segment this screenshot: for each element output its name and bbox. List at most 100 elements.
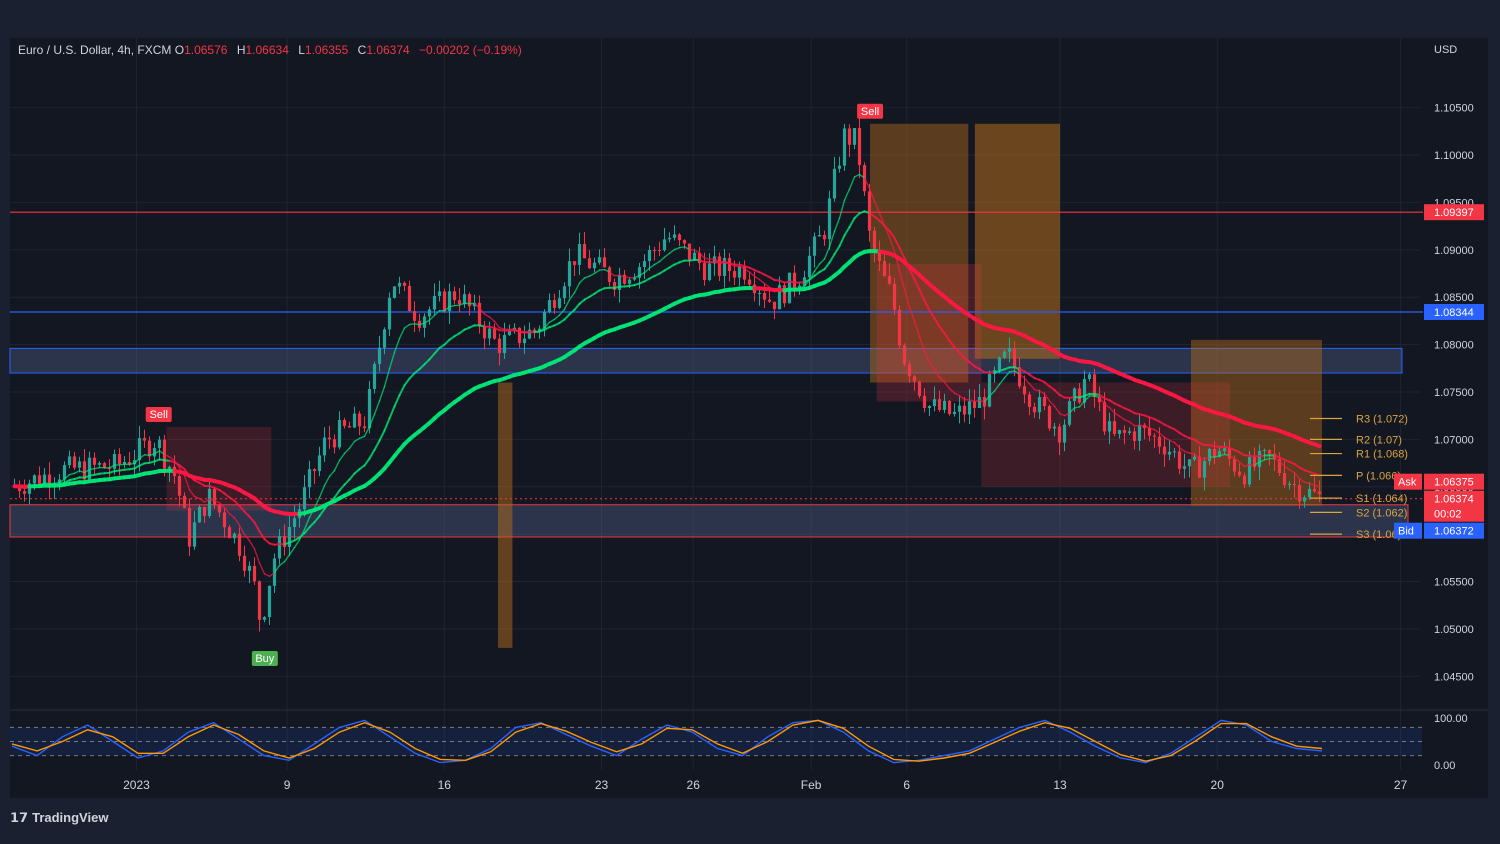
- candle-body: [147, 440, 152, 457]
- price-tick-label: 1.09000: [1434, 245, 1474, 257]
- pivot-label: R1 (1.068): [1356, 449, 1408, 461]
- candle-body: [437, 291, 442, 297]
- candle-body: [932, 399, 937, 407]
- low-label: L: [298, 43, 305, 57]
- candle-body: [387, 297, 392, 330]
- candle-body: [402, 282, 407, 286]
- candle-body: [452, 291, 457, 301]
- candle-body: [282, 536, 287, 548]
- candle-body: [37, 475, 42, 485]
- price-tag-value: 1.06374: [1434, 494, 1474, 506]
- candle-body: [547, 300, 552, 313]
- candle-body: [332, 439, 337, 448]
- candle-body: [347, 425, 352, 428]
- pivot-label: S1 (1.064): [1356, 493, 1407, 505]
- ema-segment: [128, 462, 136, 466]
- ema-segment: [688, 248, 696, 251]
- candle-body: [817, 234, 822, 237]
- candle-body: [602, 257, 607, 268]
- tradingview-logo-icon: 𝟭𝟳: [10, 810, 29, 825]
- candle-body: [1202, 461, 1207, 478]
- tradingview-branding[interactable]: 𝟭𝟳 TradingView: [10, 810, 108, 826]
- candle-body: [557, 298, 562, 308]
- candle-body: [467, 294, 472, 307]
- candle-body: [852, 127, 857, 145]
- candle-body: [847, 128, 852, 145]
- candle-body: [762, 293, 767, 300]
- candle-body: [317, 455, 322, 472]
- signal-label: Buy: [255, 653, 274, 665]
- time-tick-label: 6: [903, 778, 910, 792]
- candle-body: [142, 438, 147, 441]
- candle-body: [1222, 448, 1227, 452]
- candle-body: [747, 279, 752, 285]
- candle-body: [667, 237, 672, 240]
- symbol-header[interactable]: Euro / U.S. Dollar, 4h, FXCM O1.06576 H1…: [18, 43, 528, 57]
- price-chart[interactable]: R3 (1.072)R2 (1.07)R1 (1.068)P (1.066)S1…: [0, 0, 1500, 844]
- ema-segment: [1008, 370, 1016, 373]
- candle-body: [892, 283, 897, 310]
- signal-label: Sell: [150, 409, 168, 421]
- ema-segment: [1198, 457, 1206, 460]
- time-tick-label: 13: [1053, 778, 1067, 792]
- candle-body: [92, 457, 97, 465]
- candle-body: [377, 347, 382, 364]
- candle-body: [1002, 351, 1007, 358]
- candle-body: [1127, 431, 1132, 433]
- candle-body: [232, 533, 237, 539]
- candle-body: [432, 296, 437, 310]
- candle-body: [1077, 388, 1082, 403]
- candle-body: [1172, 451, 1177, 453]
- candle-body: [1112, 421, 1117, 434]
- candle-body: [572, 261, 577, 265]
- candle-body: [1057, 426, 1062, 443]
- candle-body: [962, 405, 967, 415]
- candle-body: [1132, 431, 1137, 441]
- candle-body: [937, 399, 942, 410]
- level-price-label: 1.09397: [1434, 207, 1474, 219]
- ema-segment: [118, 463, 126, 466]
- candle-body: [792, 272, 797, 289]
- candle-body: [517, 327, 522, 344]
- open-value: 1.06576: [184, 43, 228, 57]
- stoch-tick-label: 0.00: [1434, 760, 1455, 772]
- price-tick-label: 1.10500: [1434, 103, 1474, 115]
- candle-body: [1027, 394, 1032, 407]
- candle-body: [652, 250, 657, 252]
- candle-body: [627, 279, 632, 284]
- candle-body: [772, 301, 777, 310]
- candle-body: [912, 376, 917, 382]
- price-tick-label: 1.05500: [1434, 577, 1474, 589]
- time-tick-label: Feb: [801, 778, 822, 792]
- change-value: −0.00202 (−0.19%): [419, 43, 522, 57]
- candle-body: [1177, 451, 1182, 469]
- candle-body: [1122, 430, 1127, 433]
- signal-label: Sell: [861, 106, 879, 118]
- candle-body: [977, 397, 982, 408]
- low-value: 1.06355: [304, 43, 349, 57]
- candle-body: [837, 165, 842, 169]
- candle-body: [902, 345, 907, 365]
- candle-body: [212, 488, 217, 506]
- candle-body: [1107, 421, 1112, 432]
- candle-body: [812, 236, 817, 256]
- time-tick-label: 27: [1394, 778, 1408, 792]
- candle-body: [237, 533, 242, 556]
- candle-body: [397, 282, 402, 287]
- signal-box: [498, 382, 513, 648]
- ema-segment: [1248, 463, 1256, 466]
- candle-body: [1157, 436, 1162, 447]
- candle-body: [192, 522, 197, 547]
- candle-body: [1042, 396, 1047, 407]
- ema-segment: [708, 258, 716, 260]
- candle-body: [1227, 448, 1232, 459]
- close-value: 1.06374: [366, 43, 410, 57]
- candle-body: [1187, 459, 1192, 467]
- candle-body: [117, 453, 122, 465]
- candle-body: [242, 555, 247, 571]
- branding-text: TradingView: [32, 810, 109, 825]
- candle-body: [732, 271, 737, 278]
- ema-segment: [598, 268, 606, 271]
- ema-segment: [413, 323, 421, 326]
- candle-body: [597, 257, 602, 263]
